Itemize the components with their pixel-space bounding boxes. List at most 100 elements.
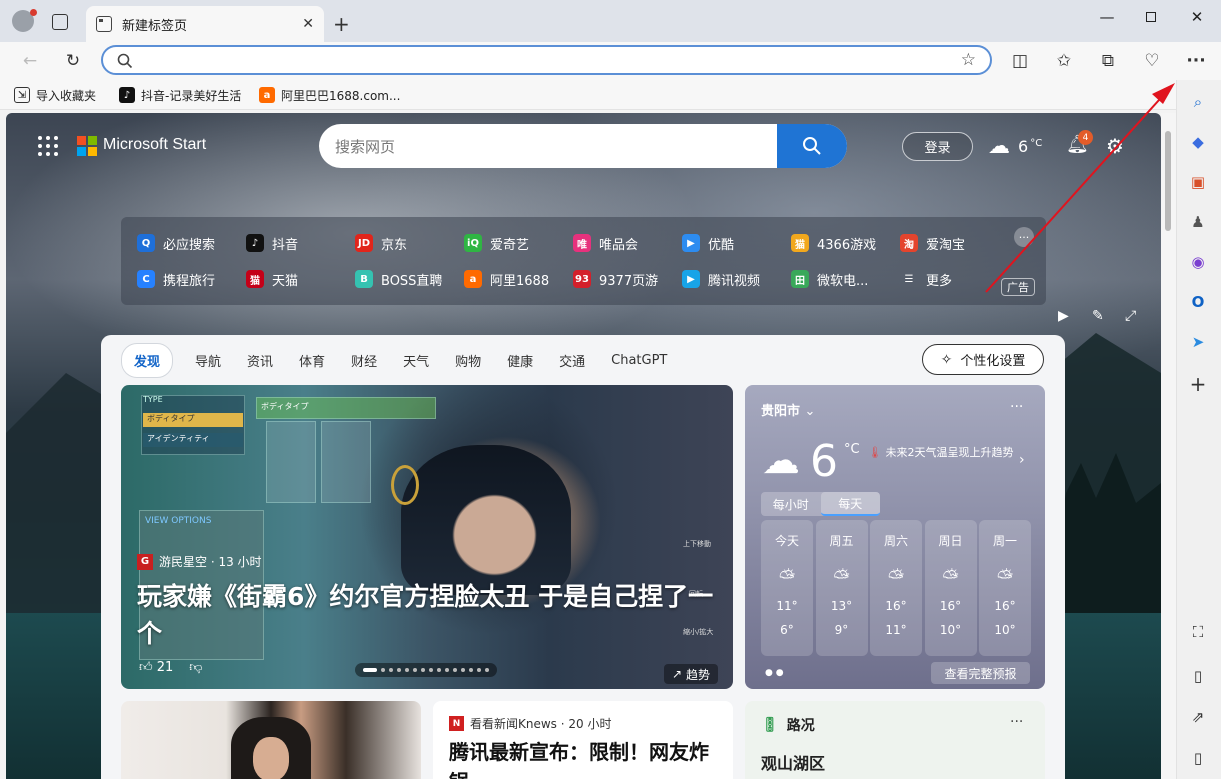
carousel-dot[interactable] [421, 668, 425, 672]
feed-tab-8[interactable]: 交通 [559, 351, 585, 370]
sidebar-send-icon[interactable]: ➤ [1184, 328, 1212, 356]
sidebar-open-external-icon[interactable]: ⇗ [1184, 703, 1212, 731]
carousel-dot[interactable] [389, 668, 393, 672]
carousel-dot[interactable] [381, 668, 385, 672]
carousel-dot[interactable] [469, 668, 473, 672]
forecast-day[interactable]: 周六 ⛅︎ 16° 11° [870, 520, 922, 656]
carousel-dot[interactable] [477, 668, 481, 672]
login-button[interactable]: 登录 [902, 132, 973, 161]
carousel-dot[interactable] [461, 668, 465, 672]
quick-link-row2-7[interactable]: ☰ 更多 [900, 268, 953, 290]
quick-link-row1-6[interactable]: 猫 4366游戏 [791, 232, 876, 254]
close-window-button[interactable]: ✕ [1174, 4, 1220, 30]
feed-tab-4[interactable]: 财经 [351, 351, 377, 370]
feed-tab-6[interactable]: 购物 [455, 351, 481, 370]
quick-link-row1-7[interactable]: 淘爱淘宝 [900, 232, 965, 254]
edit-background-icon[interactable]: ✎ [1092, 308, 1104, 324]
maximize-button[interactable] [1128, 4, 1174, 30]
apps-grid-icon[interactable] [38, 136, 58, 156]
news-title[interactable]: 腾讯最新宣布：限制！网友炸锅 [449, 737, 719, 779]
back-icon[interactable]: ← [15, 46, 45, 76]
weather-alert[interactable]: 🌡︎ 未来2天气温呈现上升趋势 [868, 445, 1023, 461]
collections-icon[interactable]: ⧉ [1093, 46, 1123, 76]
quick-link-row1-2[interactable]: JD 京东 [355, 232, 407, 254]
sidebar-games-icon[interactable]: ♟ [1184, 208, 1212, 236]
split-screen-icon[interactable]: ◫ [1005, 46, 1035, 76]
sidebar-hide-icon[interactable]: ▯ [1184, 744, 1212, 772]
quick-link-row1-1[interactable]: ♪ 抖音 [246, 232, 298, 254]
weather-tab-daily[interactable]: 每天 [820, 492, 880, 516]
feed-tab-7[interactable]: 健康 [507, 351, 533, 370]
weather-city[interactable]: 贵阳市 ⌄ [761, 400, 815, 419]
quick-link-row1-5[interactable]: ▶ 优酷 [682, 232, 734, 254]
carousel-dot[interactable] [453, 668, 457, 672]
bookmark-alibaba[interactable]: a 阿里巴巴1688.com... [259, 85, 400, 105]
carousel-dot[interactable] [485, 668, 489, 672]
like-button[interactable]: 👍︎ 21 [139, 660, 173, 675]
sidebar-add-icon[interactable]: + [1184, 370, 1212, 398]
dislike-icon[interactable]: 👎︎ [189, 660, 202, 675]
minimize-button[interactable]: — [1084, 4, 1130, 30]
carousel-dot[interactable] [397, 668, 401, 672]
weather-page-dots[interactable]: ● ● [765, 668, 784, 678]
settings-more-icon[interactable]: ··· [1181, 46, 1211, 76]
carousel-dot[interactable] [437, 668, 441, 672]
tab-close-icon[interactable]: ✕ [302, 16, 314, 32]
photo-article-card[interactable] [121, 701, 421, 779]
trend-badge[interactable]: ↗ 趋势 [664, 664, 718, 684]
favorites-icon[interactable]: ✩ [1049, 46, 1079, 76]
carousel-dot[interactable] [363, 668, 377, 672]
carousel-dot[interactable] [405, 668, 409, 672]
sidebar-screenshot-icon[interactable]: ⛶ [1184, 618, 1212, 646]
carousel-dot[interactable] [413, 668, 417, 672]
quick-link-row1-4[interactable]: 唯唯品会 [573, 232, 638, 254]
quick-link-row2-4[interactable]: 93 9377页游 [573, 268, 658, 290]
sidebar-copilot-icon[interactable]: ◉ [1184, 248, 1212, 276]
forecast-day[interactable]: 今天 ⛅︎ 11° 6° [761, 520, 813, 656]
feed-tab-0[interactable]: 发现 [121, 343, 174, 378]
forecast-day[interactable]: 周五 ⛅︎ 13° 9° [815, 520, 868, 656]
bookmark-import[interactable]: ⇲ 导入收藏夹 [14, 85, 96, 105]
refresh-icon[interactable]: ↻ [58, 46, 88, 76]
sidebar-tools-icon[interactable]: ▣ [1184, 168, 1212, 196]
new-tab-button[interactable]: + [333, 12, 350, 36]
chevron-right-icon[interactable]: › [1019, 452, 1025, 468]
sidebar-shopping-icon[interactable]: ◆ [1184, 128, 1212, 156]
carousel-dots[interactable] [355, 663, 497, 677]
feed-tab-1[interactable]: 导航 [195, 351, 221, 370]
favorite-star-icon[interactable]: ☆ [961, 50, 976, 70]
quick-link-row2-0[interactable]: C 携程旅行 [137, 268, 215, 290]
carousel-dot[interactable] [429, 668, 433, 672]
weather-more-icon[interactable]: ··· [1010, 399, 1023, 415]
quick-link-row2-6[interactable]: 田微软电... [791, 268, 868, 290]
quick-link-row2-5[interactable]: ▶ 腾讯视频 [682, 268, 760, 290]
feed-tab-3[interactable]: 体育 [299, 351, 325, 370]
address-input[interactable] [139, 47, 959, 73]
sidebar-panel-icon[interactable]: ▯ [1184, 662, 1212, 690]
personalize-button[interactable]: ✧ 个性化设置 [922, 344, 1044, 375]
expand-icon[interactable]: ⤢ [1125, 308, 1136, 324]
hero-title[interactable]: 玩家嫌《街霸6》约尔官方捏脸太丑 于是自己捏了一个 [137, 578, 717, 652]
forecast-day[interactable]: 周一 ⛅︎ 16° 10° [979, 520, 1031, 656]
bookmark-douyin[interactable]: ♪ 抖音-记录美好生活 [119, 85, 241, 105]
quick-link-row1-3[interactable]: iQ 爱奇艺 [464, 232, 529, 254]
play-icon[interactable]: ▶ [1058, 308, 1069, 324]
web-search-button[interactable] [777, 124, 847, 168]
address-bar[interactable]: ☆ [101, 45, 992, 75]
sidebar-search-icon[interactable]: ⌕ [1184, 88, 1212, 116]
active-tab[interactable]: 新建标签页 ✕ [86, 6, 324, 42]
weather-tab-hourly[interactable]: 每小时 [761, 492, 821, 516]
feed-tab-5[interactable]: 天气 [403, 351, 429, 370]
traffic-more-icon[interactable]: ··· [1010, 714, 1023, 730]
feed-tab-9[interactable]: ChatGPT [611, 353, 667, 368]
web-search-box[interactable]: 搜索网页 [319, 124, 847, 168]
forecast-day[interactable]: 周日 ⛅︎ 16° 10° [924, 520, 977, 656]
quick-link-row2-2[interactable]: B BOSS直聘 [355, 268, 442, 290]
carousel-dot[interactable] [445, 668, 449, 672]
sidebar-outlook-icon[interactable]: O [1184, 288, 1212, 316]
browser-essentials-icon[interactable]: ♡ [1137, 46, 1167, 76]
tab-actions-icon[interactable] [52, 14, 68, 30]
full-forecast-button[interactable]: 查看完整预报 [931, 662, 1030, 684]
quick-link-row2-1[interactable]: 猫天猫 [246, 268, 298, 290]
feed-tab-2[interactable]: 资讯 [247, 351, 273, 370]
